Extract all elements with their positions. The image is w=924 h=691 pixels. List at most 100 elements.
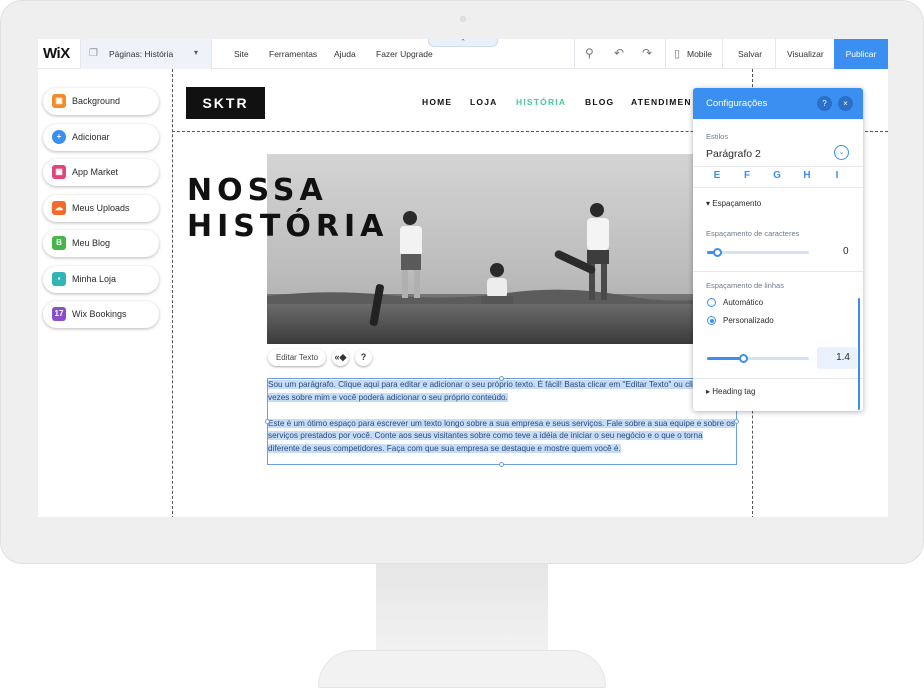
- left-panel-item-label: Meus Uploads: [72, 202, 130, 213]
- left-panel-item-label: Minha Loja: [72, 273, 117, 284]
- format-h-icon[interactable]: H: [800, 170, 814, 182]
- chevron-down-icon[interactable]: ⌄: [834, 145, 849, 160]
- format-g-icon[interactable]: G: [770, 170, 784, 182]
- format-i-icon[interactable]: I: [830, 170, 844, 182]
- left-panel-item-label: Adicionar: [72, 131, 110, 142]
- menu-site[interactable]: Site: [234, 49, 249, 59]
- menu-tools[interactable]: Ferramentas: [269, 49, 317, 59]
- line-spacing-fill: [707, 357, 743, 360]
- blog-icon: B: [52, 236, 66, 250]
- left-panel-item-label: Background: [72, 96, 121, 106]
- styles-label: Estilos: [706, 132, 729, 141]
- mobile-icon[interactable]: ▯: [674, 47, 680, 60]
- resize-handle[interactable]: [265, 419, 270, 424]
- left-panel-app-market-button[interactable]: ▦ App Market: [43, 159, 159, 186]
- zoom-icon[interactable]: ⚲: [585, 46, 594, 60]
- pages-dropdown[interactable]: ❐ Páginas: História ▾: [80, 39, 212, 69]
- radio-automatic[interactable]: [707, 298, 716, 307]
- undo-icon[interactable]: ↶: [614, 46, 624, 60]
- toolbar-divider: [665, 39, 666, 69]
- line-spacing-slider[interactable]: [707, 354, 809, 363]
- divider: [693, 378, 863, 379]
- line-spacing-thumb[interactable]: [739, 354, 748, 363]
- help-icon[interactable]: ?: [355, 349, 372, 366]
- animation-icon[interactable]: «◆: [332, 349, 349, 366]
- left-panel-adicionar-button[interactable]: + Adicionar: [43, 123, 159, 151]
- editor-topbar: WiX ❐ Páginas: História ▾ Site Ferrament…: [38, 39, 888, 69]
- save-button[interactable]: Salvar: [738, 49, 762, 59]
- site-nav-historia[interactable]: HISTÓRIA: [516, 97, 566, 107]
- settings-panel-title: Configurações: [706, 98, 768, 109]
- preview-button[interactable]: Visualizar: [787, 49, 824, 59]
- add-icon: +: [52, 129, 66, 144]
- editor-screen: WiX ❐ Páginas: História ▾ Site Ferrament…: [38, 39, 888, 517]
- skaters-photo[interactable]: [267, 154, 745, 344]
- selected-text-box[interactable]: Sou um parágrafo. Clique aqui para edita…: [265, 376, 739, 467]
- char-spacing-value: 0: [843, 246, 849, 257]
- format-e-icon[interactable]: E: [710, 170, 724, 182]
- pages-icon: ❐: [89, 48, 98, 59]
- toolbar-divider: [775, 39, 776, 69]
- resize-handle[interactable]: [499, 376, 504, 381]
- redo-icon[interactable]: ↷: [642, 46, 652, 60]
- char-spacing-label: Espaçamento de caracteres: [706, 229, 800, 238]
- store-bag-icon: ▪: [52, 271, 66, 286]
- resize-handle[interactable]: [499, 462, 504, 467]
- char-spacing-slider[interactable]: [707, 248, 809, 257]
- line-spacing-input[interactable]: 1.4: [817, 347, 857, 369]
- resize-handle[interactable]: [734, 419, 739, 424]
- site-logo[interactable]: SKTR: [186, 87, 265, 119]
- heading-tag-label: Heading tag: [712, 387, 756, 396]
- site-nav-loja[interactable]: LOJA: [470, 97, 497, 107]
- calendar-icon: 17: [52, 307, 66, 321]
- line-spacing-label: Espaçamento de linhas: [706, 281, 784, 290]
- left-panel-item-label: Meu Blog: [72, 238, 111, 248]
- spacing-section-toggle[interactable]: ▾ Espaçamento: [706, 199, 761, 208]
- camera-dot: [460, 16, 466, 22]
- site-nav-atendimento[interactable]: ATENDIMEN: [631, 97, 692, 107]
- edit-text-button[interactable]: Editar Texto: [268, 349, 326, 366]
- app-market-icon: ▦: [52, 165, 66, 179]
- left-panel-meus-uploads-button[interactable]: ☁ Meus Uploads: [43, 194, 159, 222]
- settings-panel-header[interactable]: Configurações ? ×: [693, 88, 863, 119]
- radio-automatic-label: Automático: [723, 298, 764, 307]
- left-panel-item-label: App Market: [72, 167, 119, 177]
- mobile-button[interactable]: Mobile: [687, 49, 712, 59]
- char-spacing-thumb[interactable]: [713, 248, 722, 257]
- left-panel-wix-bookings-button[interactable]: 17 Wix Bookings: [43, 301, 159, 328]
- menu-help[interactable]: Ajuda: [334, 49, 356, 59]
- toolbar-divider: [574, 39, 575, 69]
- paragraph-2-text: Este é um ótimo espaço para escrever um …: [268, 418, 735, 454]
- upload-cloud-icon: ☁: [52, 200, 66, 215]
- close-button[interactable]: ×: [838, 96, 853, 111]
- style-dropdown-value[interactable]: Parágrafo 2: [706, 148, 761, 160]
- left-panel-minha-loja-button[interactable]: ▪ Minha Loja: [43, 265, 159, 293]
- left-panel-meu-blog-button[interactable]: B Meu Blog: [43, 230, 159, 257]
- layout-guide: [172, 69, 173, 517]
- settings-panel: Configurações ? × Estilos Parágrafo 2 ⌄ …: [693, 88, 863, 411]
- settings-scrollbar[interactable]: [858, 298, 860, 410]
- collapse-toolbar-handle[interactable]: ⌃: [428, 39, 498, 47]
- page-headline-line1[interactable]: NOSSA: [187, 173, 328, 208]
- paragraph-2[interactable]: Este é um ótimo espaço para escrever um …: [268, 418, 736, 456]
- monitor-stand-base: [318, 650, 606, 688]
- divider: [693, 271, 863, 272]
- toolbar-divider: [722, 39, 723, 69]
- help-button[interactable]: ?: [817, 96, 832, 111]
- format-f-icon[interactable]: F: [740, 170, 754, 182]
- menu-upgrade[interactable]: Fazer Upgrade: [376, 49, 433, 59]
- site-nav-blog[interactable]: BLOG: [585, 97, 614, 107]
- left-panel-background-button[interactable]: ▣ Background: [43, 88, 159, 115]
- left-panel-item-label: Wix Bookings: [72, 309, 127, 319]
- photo-illustration: [267, 154, 745, 344]
- heading-tag-toggle[interactable]: ▸ Heading tag: [706, 387, 755, 396]
- publish-button[interactable]: Publicar: [834, 39, 888, 69]
- wix-logo: WiX: [43, 45, 70, 62]
- page-headline-line2[interactable]: HISTÓRIA: [187, 209, 388, 244]
- paragraph-1[interactable]: Sou um parágrafo. Clique aqui para edita…: [268, 379, 736, 405]
- spacing-section-label: Espaçamento: [712, 199, 762, 208]
- pages-dropdown-label: Páginas: História: [109, 49, 174, 59]
- radio-custom[interactable]: [707, 316, 716, 325]
- monitor-stand-neck: [376, 564, 548, 664]
- site-nav-home[interactable]: HOME: [422, 97, 452, 107]
